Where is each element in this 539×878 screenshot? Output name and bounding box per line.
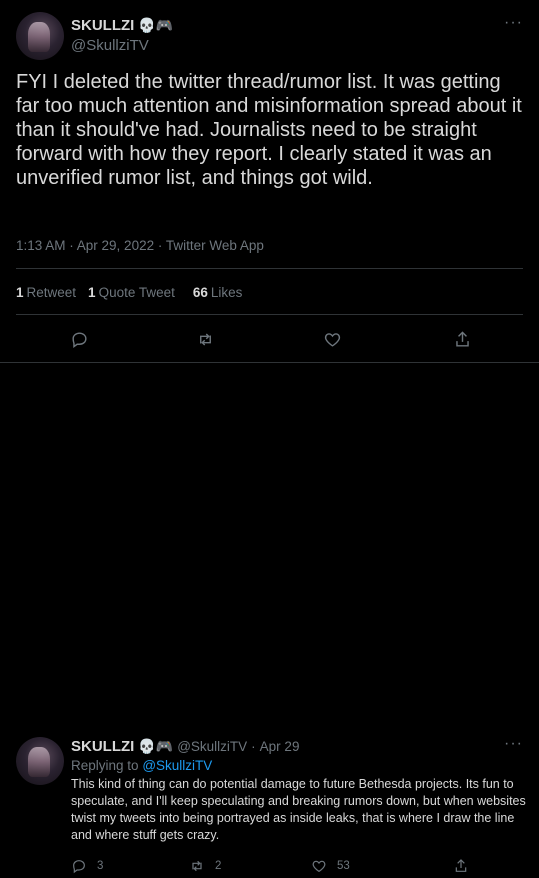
- reply-icon: [73, 860, 85, 874]
- tweet-text: This kind of thing can do potential dama…: [71, 777, 526, 842]
- share-icon[interactable]: [445, 322, 479, 356]
- retweets-stat[interactable]: 1 Retweet: [16, 285, 76, 300]
- share-icon: [455, 859, 467, 872]
- more-options-icon[interactable]: ···: [504, 14, 523, 32]
- tweet-actions: [0, 322, 539, 358]
- tweet-actions: 3 2 53: [71, 858, 531, 878]
- divider: [16, 314, 523, 315]
- display-name[interactable]: SKULLZI: [71, 738, 134, 755]
- name-emojis: 💀🎮: [138, 738, 174, 754]
- like-button[interactable]: 53: [311, 858, 350, 874]
- quote-tweets-stat[interactable]: 1 Quote Tweet: [88, 285, 175, 300]
- author-handle[interactable]: @SkullziTV: [71, 37, 149, 54]
- avatar[interactable]: [16, 12, 64, 60]
- reply-button[interactable]: 3: [71, 858, 103, 874]
- tweet-stats: 1 Retweet 1 Quote Tweet 66 Likes: [16, 285, 242, 300]
- display-name[interactable]: SKULLZI: [71, 17, 134, 34]
- retweet-icon[interactable]: [188, 322, 222, 356]
- replying-to-link[interactable]: @SkullziTV: [142, 758, 212, 773]
- like-count: 53: [337, 860, 350, 872]
- retweet-icon: [192, 860, 202, 872]
- tweet-text: FYI I deleted the twitter thread/rumor l…: [16, 71, 522, 189]
- separator-dot: ·: [251, 739, 256, 754]
- author-name-row: SKULLZI 💀🎮: [71, 17, 173, 34]
- more-options-icon[interactable]: ···: [504, 735, 523, 753]
- author-name-row: SKULLZI 💀🎮 @SkullziTV · Apr 29: [71, 738, 299, 755]
- name-emojis: 💀🎮: [138, 17, 174, 33]
- share-button[interactable]: [453, 858, 469, 874]
- author-handle[interactable]: @SkullziTV: [177, 739, 247, 754]
- replying-to: Replying to @SkullziTV: [71, 758, 213, 773]
- retweet-count: 2: [215, 860, 222, 872]
- reply-count: 3: [97, 860, 104, 872]
- likes-stat[interactable]: 66 Likes: [193, 285, 243, 300]
- like-icon[interactable]: [315, 322, 349, 356]
- retweet-button[interactable]: 2: [189, 858, 221, 874]
- avatar[interactable]: [16, 737, 64, 785]
- like-icon: [312, 860, 326, 873]
- tweet-timestamp[interactable]: 1:13 AM · Apr 29, 2022 · Twitter Web App: [16, 238, 264, 253]
- tweet-date[interactable]: Apr 29: [260, 739, 300, 754]
- main-tweet: SKULLZI 💀🎮 @SkullziTV ··· FYI I deleted …: [0, 0, 539, 363]
- reply-icon[interactable]: [62, 322, 96, 356]
- divider: [16, 268, 523, 269]
